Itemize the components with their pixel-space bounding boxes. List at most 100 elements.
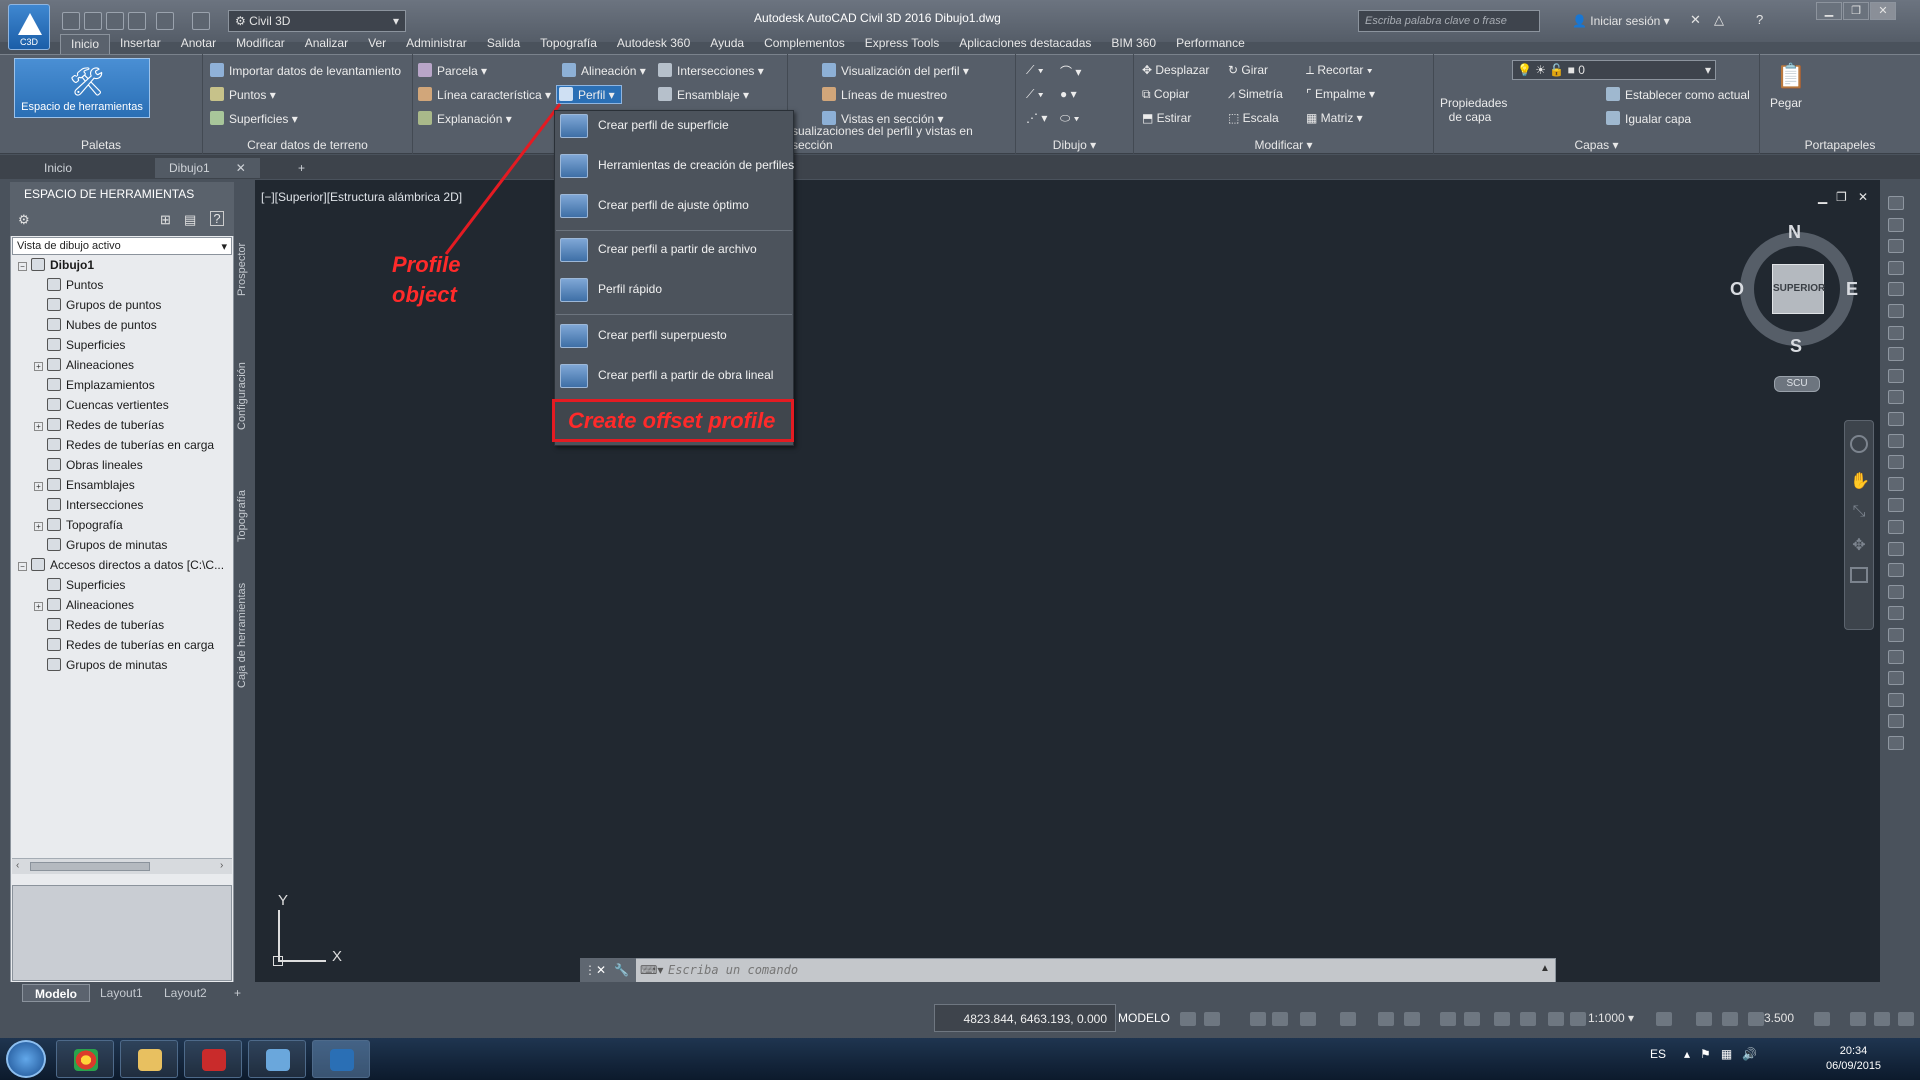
taskbar-chrome[interactable]	[56, 1040, 114, 1078]
status-toggle-icon[interactable]	[1748, 1012, 1764, 1026]
points-button[interactable]: Puntos ▾	[210, 87, 276, 102]
status-toggle-icon[interactable]	[1814, 1012, 1830, 1026]
status-toggle-icon[interactable]	[1378, 1012, 1394, 1026]
undo-icon[interactable]	[156, 12, 174, 30]
viewport-restore-icon[interactable]: ❐	[1836, 190, 1847, 204]
expand-toggle-icon[interactable]: +	[34, 602, 43, 611]
tree-item[interactable]: + Alineaciones	[34, 598, 134, 612]
grip-icon[interactable]: ⋮	[584, 963, 596, 977]
tray-arrow-icon[interactable]: ▴	[1684, 1047, 1690, 1061]
osnap-tool-icon[interactable]	[1888, 520, 1904, 534]
mirror-button[interactable]: ⩘ Simetría	[1228, 87, 1283, 102]
tab-ver[interactable]: Ver	[358, 34, 396, 54]
save-icon[interactable]	[106, 12, 124, 30]
status-toggle-icon[interactable]	[1722, 1012, 1738, 1026]
tree-item[interactable]: + Topografía	[34, 518, 123, 532]
coordinate-readout[interactable]: 4823.844, 6463.193, 0.000	[934, 1004, 1116, 1032]
tree-item[interactable]: Obras lineales	[34, 458, 143, 472]
search-input[interactable]: Escriba palabra clave o frase	[1358, 10, 1540, 32]
status-toggle-icon[interactable]	[1440, 1012, 1456, 1026]
tree-item[interactable]: Puntos	[34, 278, 103, 292]
status-toggle-icon[interactable]	[1548, 1012, 1564, 1026]
tab-autodesk-360[interactable]: Autodesk 360	[607, 34, 700, 54]
tree-item[interactable]: + Redes de tuberías	[34, 418, 164, 432]
command-input[interactable]: Escriba un comando	[668, 963, 798, 977]
tree-item[interactable]: + Ensamblajes	[34, 478, 135, 492]
tab-layout2[interactable]: Layout2	[152, 984, 219, 1002]
status-toggle-icon[interactable]	[1404, 1012, 1420, 1026]
close-tab-icon[interactable]: ✕	[236, 161, 246, 175]
stretch-button[interactable]: ⬒ Estirar	[1142, 111, 1191, 125]
expand-toggle-icon[interactable]: +	[34, 522, 43, 531]
tab-aplicaciones-destacadas[interactable]: Aplicaciones destacadas	[949, 34, 1101, 54]
tree-item[interactable]: Emplazamientos	[34, 378, 155, 392]
tab-modificar[interactable]: Modificar	[226, 34, 295, 54]
osnap-tool-icon[interactable]	[1888, 671, 1904, 686]
osnap-tool-icon[interactable]	[1888, 714, 1904, 729]
osnap-tool-icon[interactable]	[1888, 563, 1904, 578]
status-toggle-icon[interactable]	[1656, 1012, 1672, 1026]
rotate-button[interactable]: ↻ Girar	[1228, 63, 1268, 77]
osnap-tool-icon[interactable]	[1888, 736, 1904, 750]
osnap-tool-icon[interactable]	[1888, 304, 1904, 318]
tab-salida[interactable]: Salida	[477, 34, 530, 54]
zoom-icon[interactable]: ⤡	[1850, 503, 1868, 521]
orbit-icon[interactable]: ✥	[1850, 535, 1868, 554]
paste-button[interactable]: 📋 Pegar	[1768, 62, 1806, 110]
circle-tool-icon[interactable]: ● ▾	[1060, 87, 1077, 101]
menu-item-profile-creation-tools[interactable]: Herramientas de creación de perfiles	[560, 154, 794, 178]
tree-item[interactable]: Redes de tuberías	[34, 618, 164, 632]
osnap-tool-icon[interactable]	[1888, 433, 1904, 448]
set-current-layer-button[interactable]: Establecer como actual	[1606, 87, 1750, 102]
clock[interactable]: 20:34 06/09/2015	[1826, 1044, 1881, 1074]
parcel-button[interactable]: Parcela ▾	[418, 63, 487, 78]
osnap-tool-icon[interactable]	[1888, 498, 1904, 513]
settings-icon[interactable]: ⚙	[18, 212, 30, 228]
compass-west-label[interactable]: O	[1730, 279, 1744, 300]
tree-item[interactable]: Grupos de puntos	[34, 298, 161, 312]
tab-insertar[interactable]: Insertar	[110, 34, 171, 54]
tab-dibujo1[interactable]: Dibujo1 ✕	[155, 158, 260, 178]
tree-item[interactable]: + Alineaciones	[34, 358, 134, 372]
autodesk-a360-icon[interactable]: △	[1714, 12, 1724, 28]
showmotion-icon[interactable]	[1850, 567, 1868, 583]
flag-icon[interactable]: ⚑	[1700, 1047, 1711, 1061]
intersections-button[interactable]: Intersecciones ▾	[658, 63, 764, 78]
menu-item-superimposed-profile[interactable]: Crear perfil superpuesto	[560, 324, 727, 348]
expand-toggle-icon[interactable]: −	[18, 262, 27, 271]
scrollbar-thumb[interactable]	[30, 862, 150, 871]
compass-south-label[interactable]: S	[1790, 336, 1802, 357]
sample-lines-button[interactable]: Líneas de muestreo	[822, 87, 947, 102]
osnap-tool-icon[interactable]	[1888, 412, 1904, 426]
close-button[interactable]: ✕	[1870, 2, 1896, 20]
osnap-tool-icon[interactable]	[1888, 260, 1904, 275]
viewcube[interactable]: SUPERIOR	[1772, 264, 1825, 314]
compass-east-label[interactable]: E	[1846, 279, 1858, 300]
status-toggle-icon[interactable]	[1464, 1012, 1480, 1026]
viewport-close-icon[interactable]: ✕	[1858, 190, 1868, 204]
language-indicator[interactable]: ES	[1650, 1047, 1666, 1061]
status-toggle-icon[interactable]	[1340, 1012, 1356, 1026]
new-layout-button[interactable]: +	[222, 984, 253, 1002]
minimize-button[interactable]: ▁	[1816, 2, 1842, 20]
status-toggle-icon[interactable]	[1272, 1012, 1288, 1026]
list-view-icon[interactable]: ▤	[184, 212, 196, 228]
trim-button[interactable]: ⟂ Recortar ▾	[1306, 63, 1373, 78]
pan-icon[interactable]: ✋	[1850, 471, 1870, 490]
help-icon[interactable]: ?	[210, 211, 224, 226]
alignment-button[interactable]: Alineación ▾	[562, 63, 646, 78]
application-menu-button[interactable]: C3D	[8, 4, 50, 50]
volume-icon[interactable]: 🔊	[1742, 1047, 1757, 1061]
compass-north-label[interactable]: N	[1788, 222, 1801, 243]
tab-performance[interactable]: Performance	[1166, 34, 1255, 54]
navigation-bar[interactable]: ✋ ⤡ ✥	[1844, 420, 1874, 630]
assembly-button[interactable]: Ensamblaje ▾	[658, 87, 749, 102]
array-button[interactable]: ▦ Matriz ▾	[1306, 111, 1363, 125]
polyline-tool-icon[interactable]: ⌒ ▾	[1060, 63, 1081, 80]
status-toggle-icon[interactable]	[1204, 1012, 1220, 1026]
tab-analizar[interactable]: Analizar	[295, 34, 358, 54]
osnap-tool-icon[interactable]	[1888, 606, 1904, 621]
viewport-minimize-icon[interactable]: ▁	[1818, 190, 1827, 204]
tab-complementos[interactable]: Complementos	[754, 34, 855, 54]
status-toggle-icon[interactable]	[1180, 1012, 1196, 1026]
